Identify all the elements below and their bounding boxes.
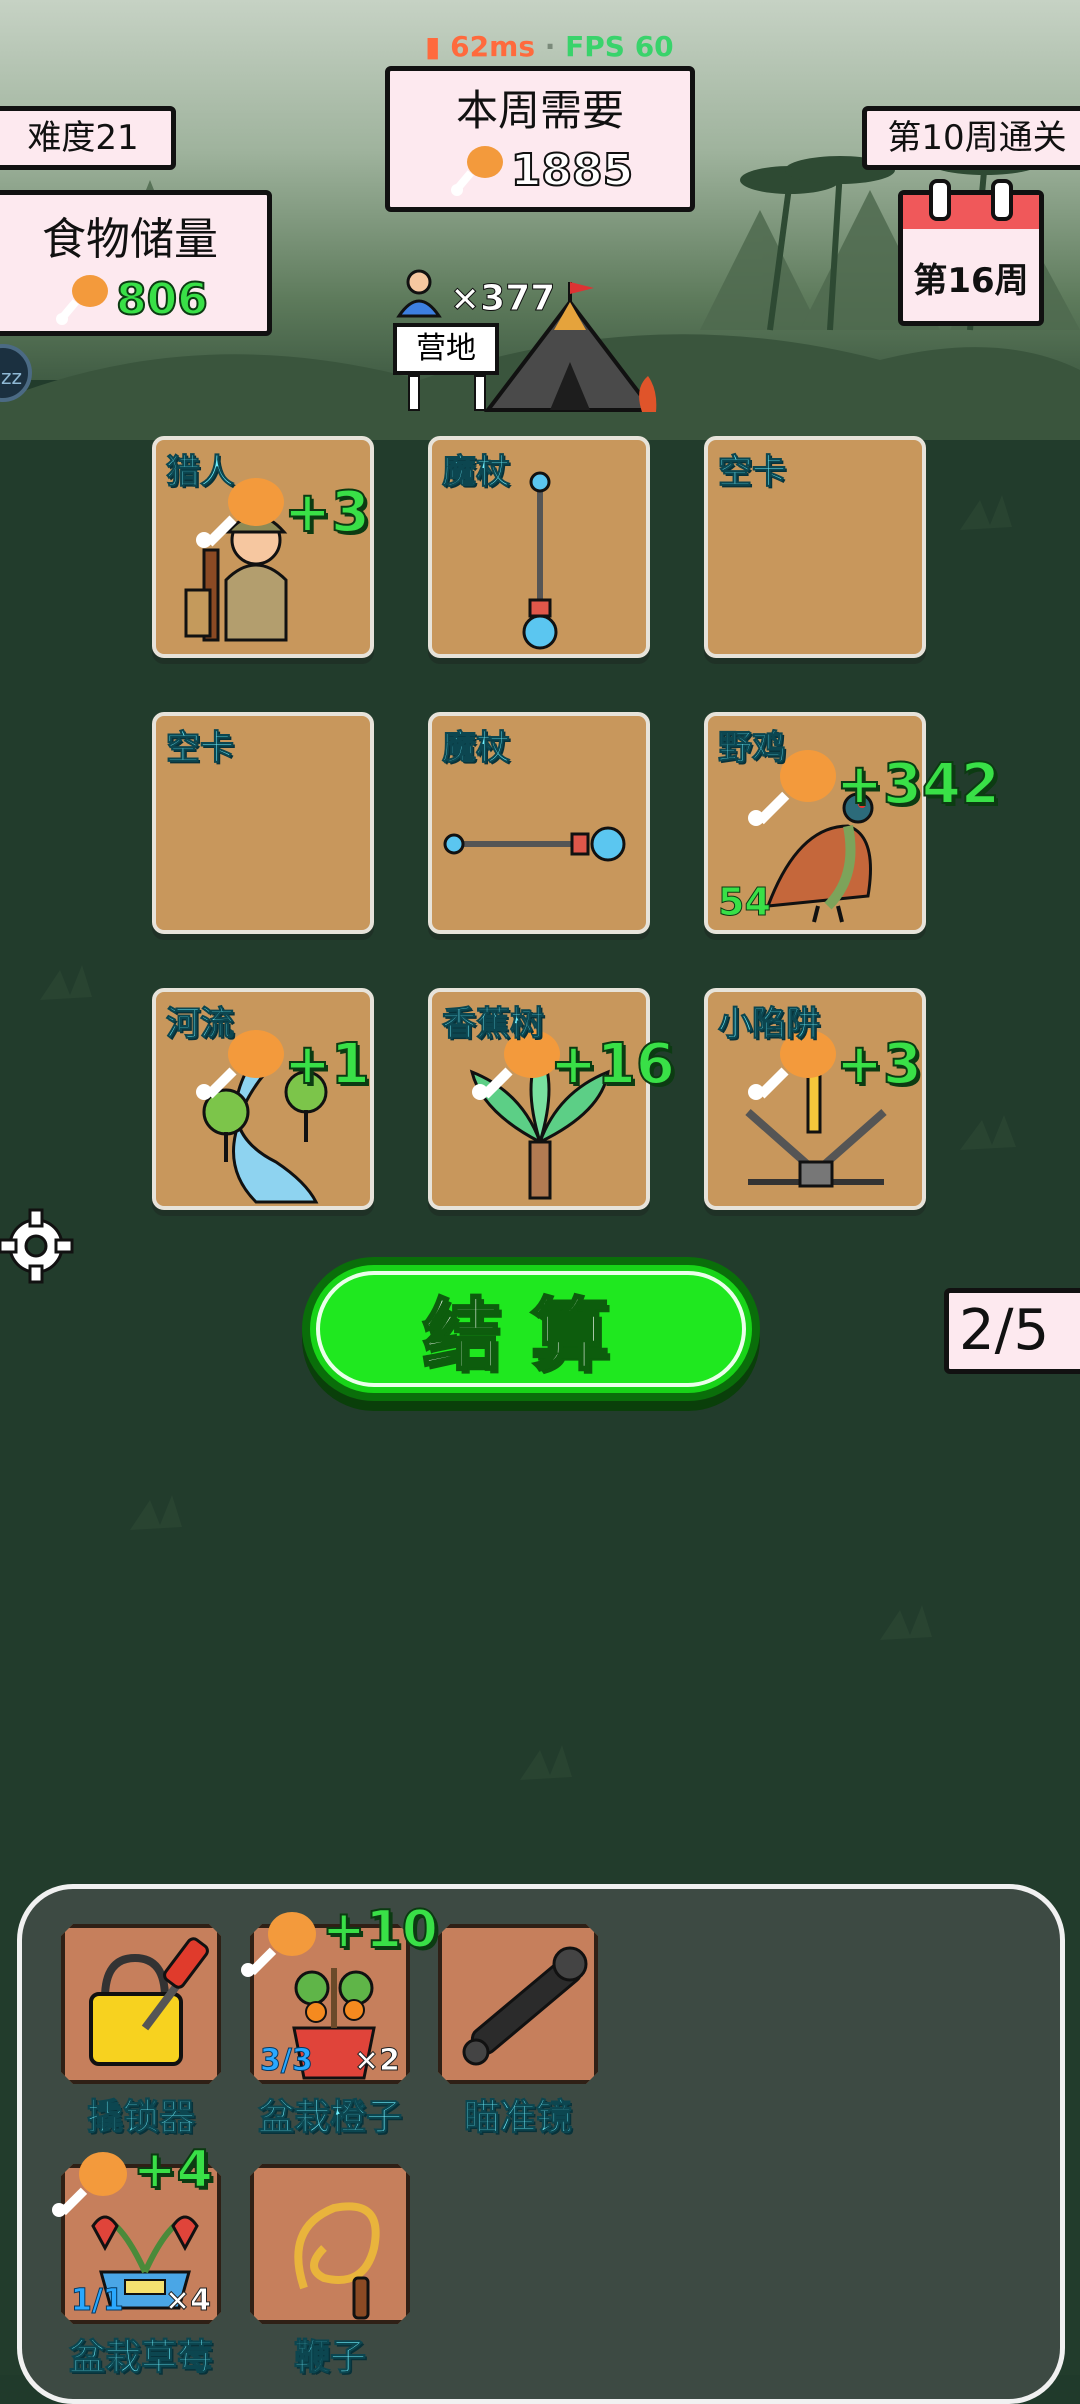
card-name: 空卡 [718, 452, 787, 493]
settle-label: 结算 [421, 1290, 639, 1383]
perf-separator: · [534, 30, 566, 63]
lockpick-icon [65, 1928, 225, 2088]
fps-value: FPS 60 [565, 30, 674, 63]
week-number-label: 第16周 [913, 261, 1029, 301]
week-need-panel: 本周需要 1885 [385, 66, 695, 212]
item-tile [438, 1924, 598, 2084]
item-label: 盆栽橙子 [257, 2097, 402, 2139]
difficulty-panel: 难度21 [0, 106, 176, 170]
card-name: 魔杖 [442, 452, 511, 493]
settle-button-face: 结算 [316, 1271, 746, 1387]
drumstick-icon [52, 2152, 127, 2217]
item-multiplier: ×4 [164, 2283, 211, 2318]
item-bonus: +4 [132, 2139, 214, 2201]
item-uses: 1/1 [71, 2283, 124, 2318]
card-river[interactable]: 河流 +1 [152, 988, 374, 1210]
page-indicator: 2/5 [944, 1288, 1080, 1374]
card-empty-1[interactable]: 空卡 [704, 436, 926, 658]
whip-icon [254, 2168, 414, 2328]
item-uses: 3/3 [260, 2043, 313, 2078]
item-tile [250, 2164, 410, 2324]
card-wand-2[interactable]: 魔杖 [428, 712, 650, 934]
clear-goal-label: 第10周通关 [887, 118, 1067, 158]
food-storage-panel: 食物储量 806 [0, 190, 272, 336]
item-label: 盆栽草莓 [68, 2337, 213, 2379]
calendar-header [903, 195, 1039, 229]
item-tile [61, 1924, 221, 2084]
card-hunter[interactable]: 猎人 +3 [152, 436, 374, 658]
population-count: ×377 [449, 278, 556, 320]
card-bonus: +3 [283, 479, 371, 546]
card-bonus: +342 [835, 751, 1001, 818]
card-name: 魔杖 [442, 728, 511, 769]
item-multiplier: ×2 [353, 2043, 400, 2078]
week-calendar-badge[interactable]: 第16周 [898, 179, 1044, 326]
scope-icon [442, 1928, 602, 2088]
card-wand-1[interactable]: 魔杖 [428, 436, 650, 658]
performance-readout: ▮ 62ms · FPS 60 [425, 30, 674, 63]
page-indicator-label: 2/5 [959, 1298, 1050, 1363]
card-name: 河流 [166, 1004, 235, 1045]
clear-goal-panel: 第10周通关 [862, 106, 1080, 170]
card-banana-tree[interactable]: 香蕉树 +16 [428, 988, 676, 1210]
week-need-value: 1885 [510, 144, 634, 197]
card-bonus: +3 [835, 1031, 923, 1098]
difficulty-label: 难度21 [27, 118, 139, 158]
campfire-icon [639, 376, 657, 412]
calendar-ring-left [929, 179, 951, 221]
food-storage-value: 806 [115, 273, 209, 326]
week-need-title: 本周需要 [455, 86, 624, 135]
drumstick-icon [56, 275, 109, 325]
camp-sign-label: 营地 [416, 331, 476, 366]
sign-post-right [474, 375, 486, 411]
card-bonus: +1 [283, 1031, 371, 1098]
drumstick-icon [241, 1912, 316, 1977]
card-name: 香蕉树 [442, 1004, 545, 1045]
card-name: 野鸡 [718, 728, 787, 769]
card-name: 空卡 [166, 728, 235, 769]
card-count: 54 [718, 880, 772, 925]
ping-value: 62ms [450, 30, 535, 63]
card-name: 小陷阱 [718, 1004, 821, 1045]
camp-sign[interactable]: 营地 [393, 323, 499, 375]
population-icon [396, 269, 442, 318]
settle-button[interactable]: 结算 [302, 1257, 760, 1401]
drumstick-icon [450, 146, 503, 196]
food-storage-title: 食物储量 [42, 214, 218, 265]
item-label: 撬锁器 [86, 2097, 195, 2139]
calendar-ring-right [991, 179, 1013, 221]
card-bonus: +16 [549, 1031, 676, 1098]
card-name: 猎人 [166, 452, 235, 493]
item-label: 瞄准镜 [463, 2097, 572, 2139]
card-small-trap[interactable]: 小陷阱 +3 [704, 988, 926, 1210]
card-empty-2[interactable]: 空卡 [152, 712, 374, 934]
card-pheasant[interactable]: 野鸡 +342 54 [704, 712, 1001, 934]
item-bonus: +10 [321, 1899, 439, 1961]
signal-icon: ▮ [425, 30, 441, 63]
gear-icon[interactable] [0, 1206, 80, 1290]
sign-post-left [408, 375, 420, 411]
item-label: 鞭子 [293, 2337, 366, 2379]
